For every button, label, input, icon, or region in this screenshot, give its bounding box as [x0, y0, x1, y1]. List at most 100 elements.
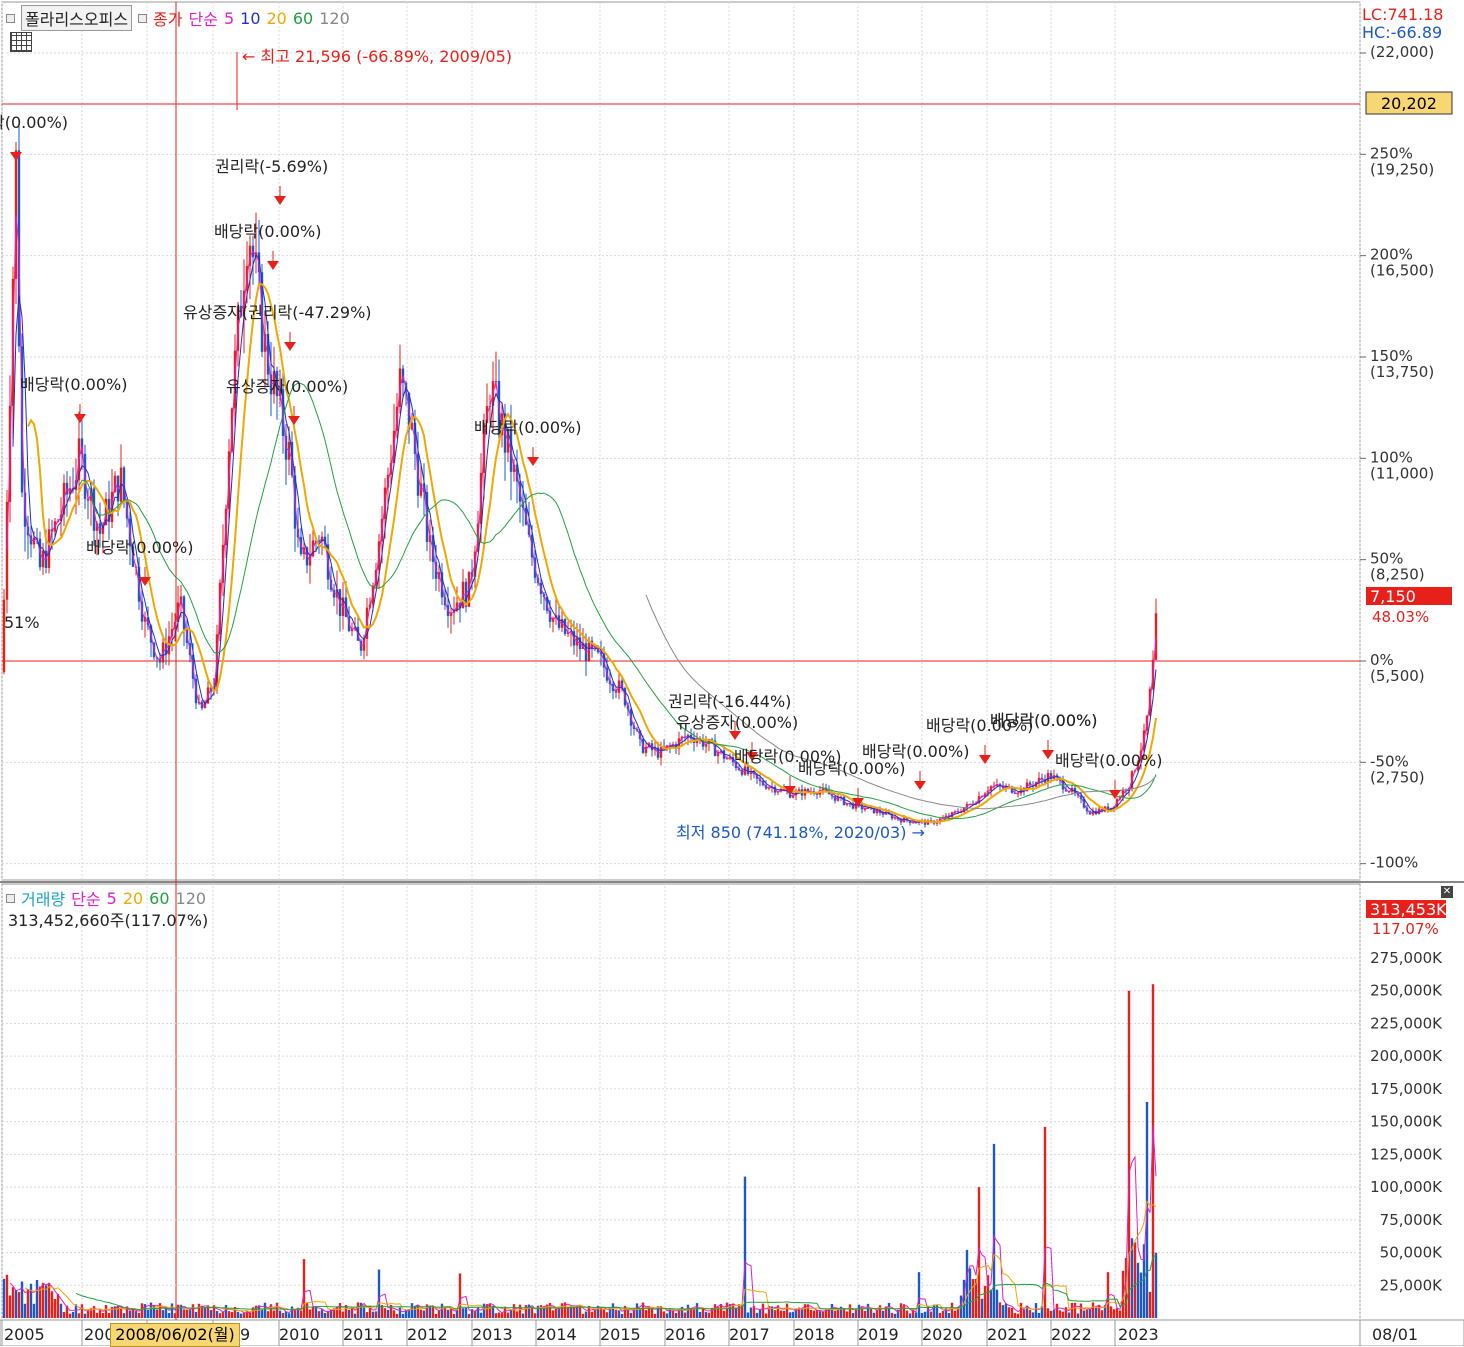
- volume-bar: [845, 1311, 849, 1318]
- volume-bar: [707, 1312, 711, 1318]
- legend-square-icon[interactable]: [6, 13, 15, 23]
- volume-bar: [551, 1310, 555, 1318]
- volume-bar: [437, 1310, 441, 1318]
- volume-bar: [497, 1312, 501, 1318]
- volume-bar: [725, 1302, 729, 1318]
- volume-bar: [683, 1312, 687, 1318]
- volume-bar: [8, 1295, 12, 1318]
- volume-pct-label: 117.07%: [1372, 920, 1439, 938]
- volume-bar: [128, 1310, 132, 1318]
- volume-bar: [479, 1312, 483, 1318]
- volume-bar: [68, 1313, 72, 1318]
- event-annotation: 배당락(0.00%): [86, 538, 193, 557]
- volume-bar: [35, 1279, 39, 1318]
- lc-label: LC:741.18: [1362, 5, 1443, 24]
- volume-bar: [164, 1308, 168, 1318]
- legend-square-icon[interactable]: [6, 893, 15, 903]
- x-axis-label: 2021: [987, 1325, 1028, 1344]
- volume-bar: [743, 1176, 747, 1318]
- vol-ma-5: 5: [106, 888, 117, 908]
- volume-bar: [923, 1311, 927, 1318]
- x-axis-label: 2020: [922, 1325, 963, 1344]
- volume-bar: [695, 1303, 699, 1318]
- current-price-label: 7,150: [1370, 587, 1416, 606]
- volume-bar: [1046, 1308, 1050, 1318]
- volume-bar: [791, 1311, 795, 1318]
- volume-bar: [698, 1311, 702, 1318]
- volume-bar: [917, 1272, 921, 1318]
- volume-bar: [14, 1289, 18, 1318]
- volume-bar: [848, 1304, 852, 1318]
- volume-bar: [1010, 1307, 1014, 1318]
- volume-bar: [956, 1308, 960, 1318]
- volume-bar: [1154, 1252, 1158, 1318]
- volume-bar: [653, 1313, 657, 1318]
- volume-bar: [134, 1311, 138, 1318]
- volume-bar: [764, 1313, 768, 1318]
- volume-axis-label: 150,000K: [1370, 1113, 1443, 1131]
- volume-bar: [1067, 1312, 1071, 1318]
- volume-bar: [1001, 1305, 1005, 1318]
- volume-bar: [851, 1312, 855, 1318]
- close-icon[interactable]: ✕: [1441, 886, 1453, 898]
- volume-bar: [629, 1312, 633, 1318]
- volume-bar: [626, 1310, 630, 1318]
- volume-bar: [947, 1313, 951, 1318]
- x-axis-label: 2015: [600, 1325, 641, 1344]
- volume-bar: [1082, 1310, 1086, 1318]
- volume-bar: [173, 1313, 177, 1318]
- volume-bar: [323, 1313, 327, 1318]
- stock-chart[interactable]: (22,000)250%(19,250)200%(16,500)150%(13,…: [0, 0, 1464, 1346]
- volume-bar: [1136, 1262, 1140, 1318]
- stock-name-button[interactable]: 폴라리스오피스: [21, 5, 133, 31]
- volume-bar: [878, 1305, 882, 1318]
- volume-bar: [989, 1289, 993, 1318]
- event-annotation: 배당락(0.00%): [990, 711, 1097, 730]
- volume-axis-label: 100,000K: [1370, 1178, 1443, 1196]
- volume-bar: [194, 1311, 198, 1318]
- volume-bar: [1037, 1312, 1041, 1318]
- volume-bar: [209, 1310, 213, 1318]
- volume-bar: [920, 1312, 924, 1318]
- volume-bar: [983, 1285, 987, 1318]
- volume-bar: [215, 1311, 219, 1318]
- volume-bar: [854, 1309, 858, 1318]
- volume-bar: [713, 1304, 717, 1318]
- event-annotation: 권리락(-5.69%): [215, 157, 328, 176]
- ma-120: 120: [319, 8, 350, 28]
- volume-bar: [995, 1289, 999, 1318]
- volume-bar: [515, 1311, 519, 1318]
- x-axis-label: 2005: [4, 1325, 45, 1344]
- volume-bar: [1097, 1304, 1101, 1318]
- volume-bar: [161, 1310, 165, 1318]
- volume-bar: [581, 1313, 585, 1318]
- table-icon[interactable]: [10, 32, 32, 52]
- volume-bar: [155, 1309, 159, 1318]
- event-annotation: 유상증자(권리락(-47.29%): [183, 303, 372, 322]
- volume-bar: [473, 1310, 477, 1318]
- hline-price-label: 20,202: [1381, 94, 1437, 113]
- volume-bar: [242, 1313, 246, 1318]
- event-annotation: 락(0.00%): [0, 113, 68, 132]
- volume-bar: [1085, 1309, 1089, 1318]
- volume-bar: [188, 1310, 192, 1318]
- ma-5: 5: [223, 8, 235, 28]
- volume-bar: [386, 1309, 390, 1318]
- volume-bar: [809, 1309, 813, 1318]
- volume-bar: [584, 1311, 588, 1318]
- volume-bar: [929, 1311, 933, 1318]
- price-axis-price: (22,000): [1370, 43, 1434, 61]
- event-annotation: 권리락(-16.44%): [668, 692, 791, 711]
- volume-bar: [1061, 1311, 1065, 1318]
- x-axis-label: 2022: [1051, 1325, 1092, 1344]
- volume-bar: [569, 1306, 573, 1318]
- volume-bar: [671, 1310, 675, 1318]
- volume-bar: [305, 1303, 309, 1318]
- legend-square-icon[interactable]: [138, 13, 148, 23]
- ma-20: 20: [266, 8, 287, 28]
- volume-bar: [815, 1310, 819, 1318]
- volume-bar: [53, 1299, 57, 1318]
- volume-bar: [410, 1303, 414, 1318]
- volume-bar: [266, 1311, 270, 1318]
- volume-bar: [620, 1313, 624, 1318]
